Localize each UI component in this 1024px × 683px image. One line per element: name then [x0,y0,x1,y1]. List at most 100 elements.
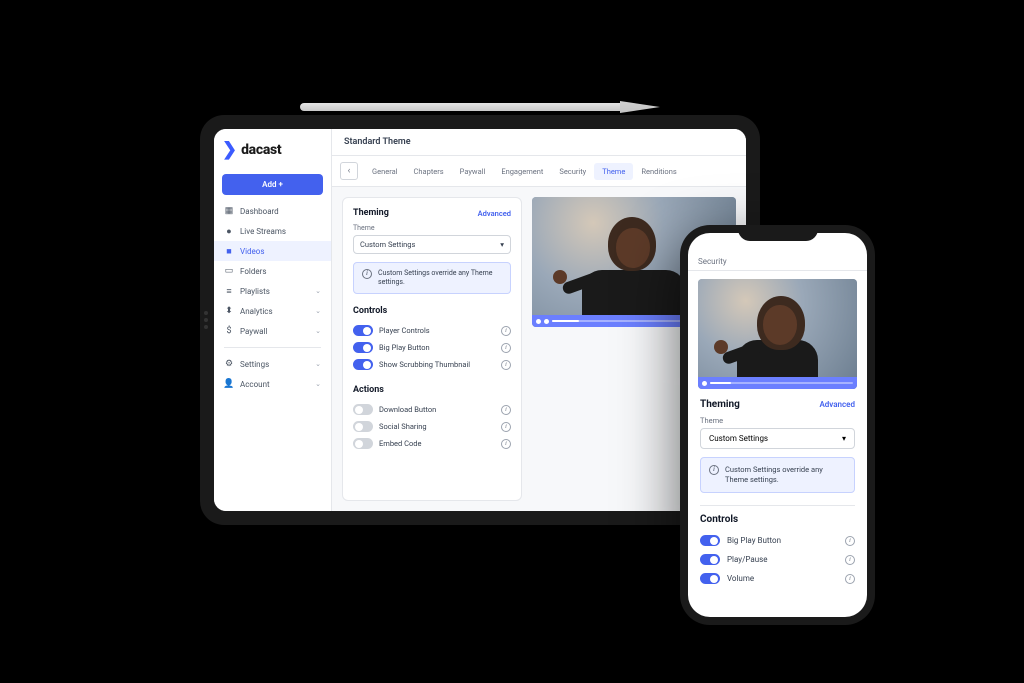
info-text: Custom Settings override any Theme setti… [378,269,502,287]
toggle-switch[interactable] [353,421,373,432]
nav-icon: ▭ [224,266,234,276]
nav-label: Settings [240,360,269,369]
toggle-switch[interactable] [353,438,373,449]
info-icon[interactable]: i [845,536,855,546]
sidebar-item-videos[interactable]: ■ Videos [214,241,331,261]
phone-video-preview[interactable] [698,279,857,389]
toggle-label: Show Scrubbing Thumbnail [379,360,495,369]
sidebar-item-live-streams[interactable]: ●Live Streams [214,221,331,241]
theme-select-value: Custom Settings [360,240,415,249]
toggle-label: Download Button [379,405,495,414]
chevron-down-icon: ▾ [500,240,504,249]
phone-info-text: Custom Settings override any Theme setti… [725,465,846,485]
tab-theme[interactable]: Theme [594,163,633,180]
add-button[interactable]: Add + [222,174,323,195]
sidebar-item-analytics[interactable]: ⬍ Analytics ⌄ [214,301,331,321]
tab-paywall[interactable]: Paywall [452,163,494,180]
toggle-switch[interactable] [700,573,720,584]
toggle-switch[interactable] [353,325,373,336]
sidebar-item-dashboard[interactable]: ▦Dashboard [214,201,331,221]
phone-info-callout: i Custom Settings override any Theme set… [700,457,855,493]
chevron-down-icon: ⌄ [315,360,321,368]
nav-icon: ● [224,226,234,236]
tab-security[interactable]: Security [551,163,594,180]
toggle-switch[interactable] [353,359,373,370]
toggle-label: Volume [727,574,838,583]
nav-icon: ⬍ [224,306,234,316]
toggle-label: Social Sharing [379,422,495,431]
chevron-down-icon: ▾ [842,434,846,443]
phone-video-bar[interactable] [698,377,857,389]
chevron-down-icon: ⌄ [315,287,321,295]
phone-theme-select[interactable]: Custom Settings ▾ [700,428,855,449]
toggle-switch[interactable] [353,342,373,353]
back-button[interactable]: ‹ [340,162,358,180]
info-icon[interactable]: i [845,574,855,584]
brand-logo: ❯ dacast [214,129,331,168]
info-icon[interactable]: i [501,439,511,449]
nav-label: Videos [240,247,264,256]
sidebar-item-settings[interactable]: ⚙ Settings ⌄ [214,354,331,374]
toggle-row-show-scrubbing-thumbnail: Show Scrubbing Thumbnail i [353,356,511,373]
tab-bar: ‹ GeneralChaptersPaywallEngagementSecuri… [332,156,746,187]
sidebar-item-account[interactable]: 👤Account⌄ [214,374,331,394]
volume-icon[interactable] [544,319,549,324]
phone-theme-label: Theme [700,416,855,425]
toggle-row-volume: Volume i [700,569,855,588]
settings-panel: Theming Advanced Theme Custom Settings ▾… [342,197,522,501]
controls-heading: Controls [353,306,511,316]
logo-icon: ❯ [222,139,237,160]
info-icon[interactable]: i [501,343,511,353]
toggle-label: Embed Code [379,439,495,448]
toggle-switch[interactable] [700,554,720,565]
nav-icon: ≡ [224,286,234,296]
phone-theming-heading: Theming [700,399,740,410]
chevron-down-icon: ⌄ [315,327,321,335]
toggle-row-social-sharing: Social Sharing i [353,418,511,435]
info-icon: i [362,269,372,279]
play-icon[interactable] [536,319,541,324]
nav-icon: ▦ [224,206,234,216]
nav-icon: 👤 [224,379,234,389]
phone-advanced-link[interactable]: Advanced [819,400,855,409]
sidebar-item-playlists[interactable]: ≡Playlists⌄ [214,281,331,301]
info-icon[interactable]: i [845,555,855,565]
phone-device: Security Theming Adv [680,225,875,625]
toggle-switch[interactable] [353,404,373,415]
advanced-link[interactable]: Advanced [478,209,511,218]
nav-label: Analytics [240,307,273,316]
info-icon[interactable]: i [501,326,511,336]
sidebar: ❯ dacast Add + ▦Dashboard●Live Streams ■ V… [214,129,332,511]
nav-label: Folders [240,267,266,276]
nav-icon: ■ [224,246,234,256]
toggle-label: Play/Pause [727,555,838,564]
stylus [300,100,660,114]
sidebar-item-paywall[interactable]: $Paywall⌄ [214,321,331,341]
phone-tabs: Security [688,253,867,271]
tab-renditions[interactable]: Renditions [633,163,684,180]
nav-label: Account [240,380,270,389]
info-icon[interactable]: i [501,422,511,432]
tab-engagement[interactable]: Engagement [493,163,551,180]
toggle-row-big-play-button: Big Play Button i [353,339,511,356]
theme-select[interactable]: Custom Settings ▾ [353,235,511,254]
sidebar-item-folders[interactable]: ▭ Folders [214,261,331,281]
tab-general[interactable]: General [364,163,406,180]
info-icon: i [709,465,719,475]
toggle-row-big-play-button: Big Play Button i [700,531,855,550]
phone-tab-security[interactable]: Security [698,257,727,266]
theming-heading: Theming [353,208,389,218]
tab-chapters[interactable]: Chapters [406,163,452,180]
nav-icon: ⚙ [224,359,234,369]
toggle-row-embed-code: Embed Code i [353,435,511,452]
info-icon[interactable]: i [501,360,511,370]
info-callout: i Custom Settings override any Theme set… [353,262,511,294]
nav-icon: $ [224,326,234,336]
info-icon[interactable]: i [501,405,511,415]
actions-heading: Actions [353,385,511,395]
tablet-device: ❯ dacast Add + ▦Dashboard●Live Streams ■ V… [200,115,760,525]
toggle-label: Player Controls [379,326,495,335]
chevron-down-icon: ⌄ [315,307,321,315]
theme-field-label: Theme [353,224,511,232]
toggle-switch[interactable] [700,535,720,546]
